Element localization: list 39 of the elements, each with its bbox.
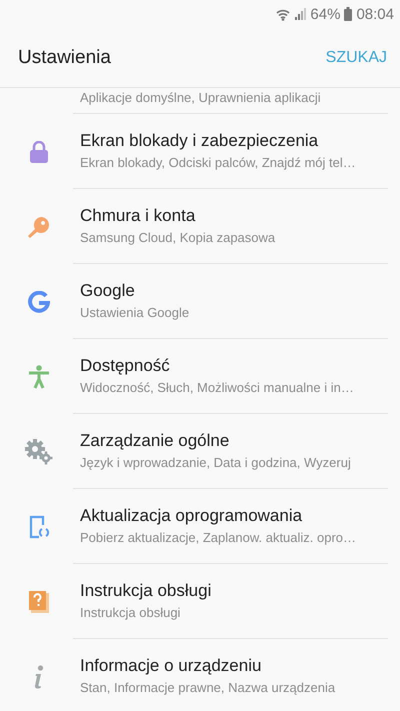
item-title: Aktualizacja oprogramowania — [80, 506, 304, 526]
item-subtitle: Język i wprowadzanie, Data i godzina, Wyzeruj — [80, 454, 351, 472]
settings-item[interactable]: Zarządzanie ogólne Język i wprowadzanie, Data i godzina, Wyzeruj — [0, 414, 400, 489]
item-subtitle: Instrukcja obsługi — [80, 604, 182, 622]
key-icon — [27, 214, 51, 238]
signal-icon — [294, 8, 306, 20]
settings-item[interactable]: Informacje o urządzeniu Stan, Informacje prawne, Nazwa urządzenia — [0, 639, 400, 711]
battery-percent: 64% — [310, 6, 340, 22]
item-title: Zarządzanie ogólne — [80, 431, 230, 451]
g-logo-icon — [28, 290, 50, 312]
accessibility-icon — [28, 364, 50, 388]
item-subtitle: Stan, Informacje prawne, Nazwa urządzenia — [80, 679, 336, 697]
settings-item[interactable]: Instrukcja obsługi Instrukcja obsługi — [0, 564, 400, 639]
settings-item[interactable]: Dostępność Widoczność, Słuch, Możliwości manualne i in… — [0, 339, 400, 414]
item-title: Chmura i konta — [80, 206, 196, 226]
item-subtitle: Pobierz aktualizacje, Zaplanow. aktualiz. opro… — [80, 529, 356, 547]
item-title: Dostępność — [80, 356, 171, 376]
phone-refresh-icon — [29, 514, 49, 538]
item-title: Ekran blokady i zabezpieczenia — [80, 131, 320, 151]
clock: 08:04 — [356, 6, 394, 22]
wifi-icon — [276, 8, 290, 20]
settings-item[interactable]: Aktualizacja oprogramowania Pobierz aktualizacje, Zaplanow. aktualiz. opro… — [0, 489, 400, 564]
item-title: Instrukcja obsługi — [80, 581, 212, 601]
settings-item[interactable]: Chmura i konta Samsung Cloud, Kopia zapasowa — [0, 189, 400, 264]
lock-icon — [30, 140, 48, 162]
item-subtitle: Ustawienia Google — [80, 304, 190, 322]
gears-icon — [25, 438, 53, 464]
item-title: Google — [80, 281, 136, 301]
settings-item[interactable]: Google Ustawienia Google — [0, 264, 400, 339]
item-subtitle: Aplikacje domyślne, Uprawnienia aplikacji — [79, 89, 322, 107]
item-subtitle: Samsung Cloud, Kopia zapasowa — [80, 229, 276, 247]
settings-item[interactable]: Ekran blokady i zabezpieczenia Ekran blokady, Odciski palców, Znajdź mój tel… — [0, 114, 400, 189]
page-title: Ustawienia — [18, 46, 111, 68]
item-subtitle: Widoczność, Słuch, Możliwości manualne i in… — [80, 379, 354, 397]
battery-icon — [344, 7, 352, 21]
item-subtitle: Ekran blokady, Odciski palców, Znajdź mój tel… — [80, 154, 356, 172]
item-title: Informacje o urządzeniu — [80, 656, 262, 676]
info-icon — [33, 664, 45, 688]
help-book-icon — [29, 590, 49, 612]
